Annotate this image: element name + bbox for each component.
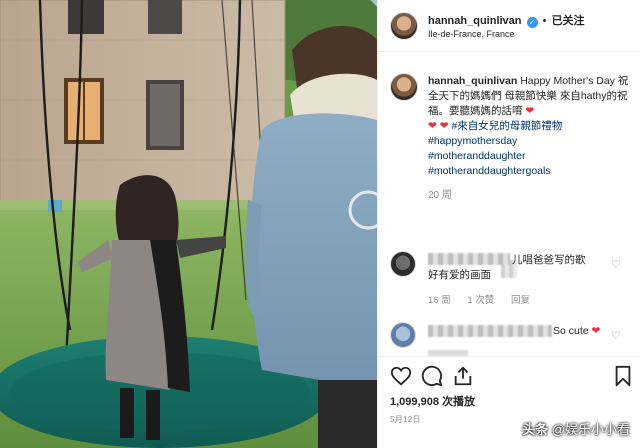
red-heart-icon: ❤ [428, 120, 437, 132]
post-sidebar: hannah_quinlivan ✓ • 已关注 Ile-de-France, … [377, 0, 640, 448]
comments-section[interactable]: hannah_quinlivan Happy Mother's Day 祝全天下… [378, 53, 640, 356]
watermark-logo: 头条 [522, 422, 549, 437]
hashtag-link[interactable]: #motheranddaughtergoals [428, 165, 551, 177]
post-caption: hannah_quinlivan Happy Mother's Day 祝全天下… [428, 74, 633, 179]
caption-avatar[interactable] [390, 73, 418, 101]
share-icon[interactable] [452, 365, 474, 387]
blurred-text [428, 325, 552, 337]
hashtag-link[interactable]: #來自女兒的母親節禮物 [451, 120, 562, 132]
author-line: hannah_quinlivan ✓ • 已关注 [428, 12, 585, 28]
hashtag-link[interactable]: #happymothersday [428, 135, 517, 147]
comment-likes[interactable]: 1 次赞 [467, 295, 494, 306]
author-username[interactable]: hannah_quinlivan [428, 15, 522, 27]
comment-text: 好有爱的画面 [428, 269, 491, 281]
follow-button[interactable]: 已关注 [552, 15, 585, 27]
caption-username[interactable]: hannah_quinlivan [428, 75, 517, 87]
red-heart-icon: ❤ [439, 120, 449, 132]
action-bar [378, 356, 640, 394]
like-comment-icon[interactable]: ♡ [611, 329, 621, 342]
photo-illustration [0, 0, 377, 448]
watermark-text: @娱乐小小看 [551, 422, 630, 437]
reply-button[interactable]: 回复 [511, 295, 530, 306]
post-date: 5月12日 [390, 415, 421, 424]
hashtag-link[interactable]: #motheranddaughter [428, 150, 526, 162]
commenter-avatar[interactable] [390, 251, 416, 277]
like-comment-icon[interactable]: ♡ [611, 258, 621, 271]
watermark: 头条 @娱乐小小看 [522, 419, 630, 438]
location-link[interactable]: Ile-de-France, France [428, 29, 515, 39]
separator-dot: • [542, 15, 547, 27]
comment-icon[interactable] [421, 365, 443, 387]
bookmark-icon[interactable] [612, 365, 634, 387]
author-avatar[interactable] [390, 12, 418, 40]
post-header: hannah_quinlivan ✓ • 已关注 Ile-de-France, … [378, 0, 640, 52]
comment-meta: 16 周 1 次赞 回复 [428, 292, 544, 306]
post-photo[interactable] [0, 0, 377, 448]
comment-text: So cute ❤ [553, 325, 601, 337]
red-heart-icon: ❤ [525, 105, 535, 117]
heart-icon[interactable] [390, 365, 412, 387]
comment-timestamp: 16 周 [428, 295, 451, 306]
comment-text: 儿唱爸爸写的歌 [512, 254, 586, 266]
verified-icon: ✓ [526, 17, 538, 28]
commenter-avatar[interactable] [390, 322, 416, 348]
caption-timestamp: 20 周 [428, 190, 452, 201]
red-heart-icon: ❤ [591, 325, 601, 337]
view-count[interactable]: 1,099,908 次播放 [390, 393, 475, 409]
blurred-text [428, 253, 510, 265]
